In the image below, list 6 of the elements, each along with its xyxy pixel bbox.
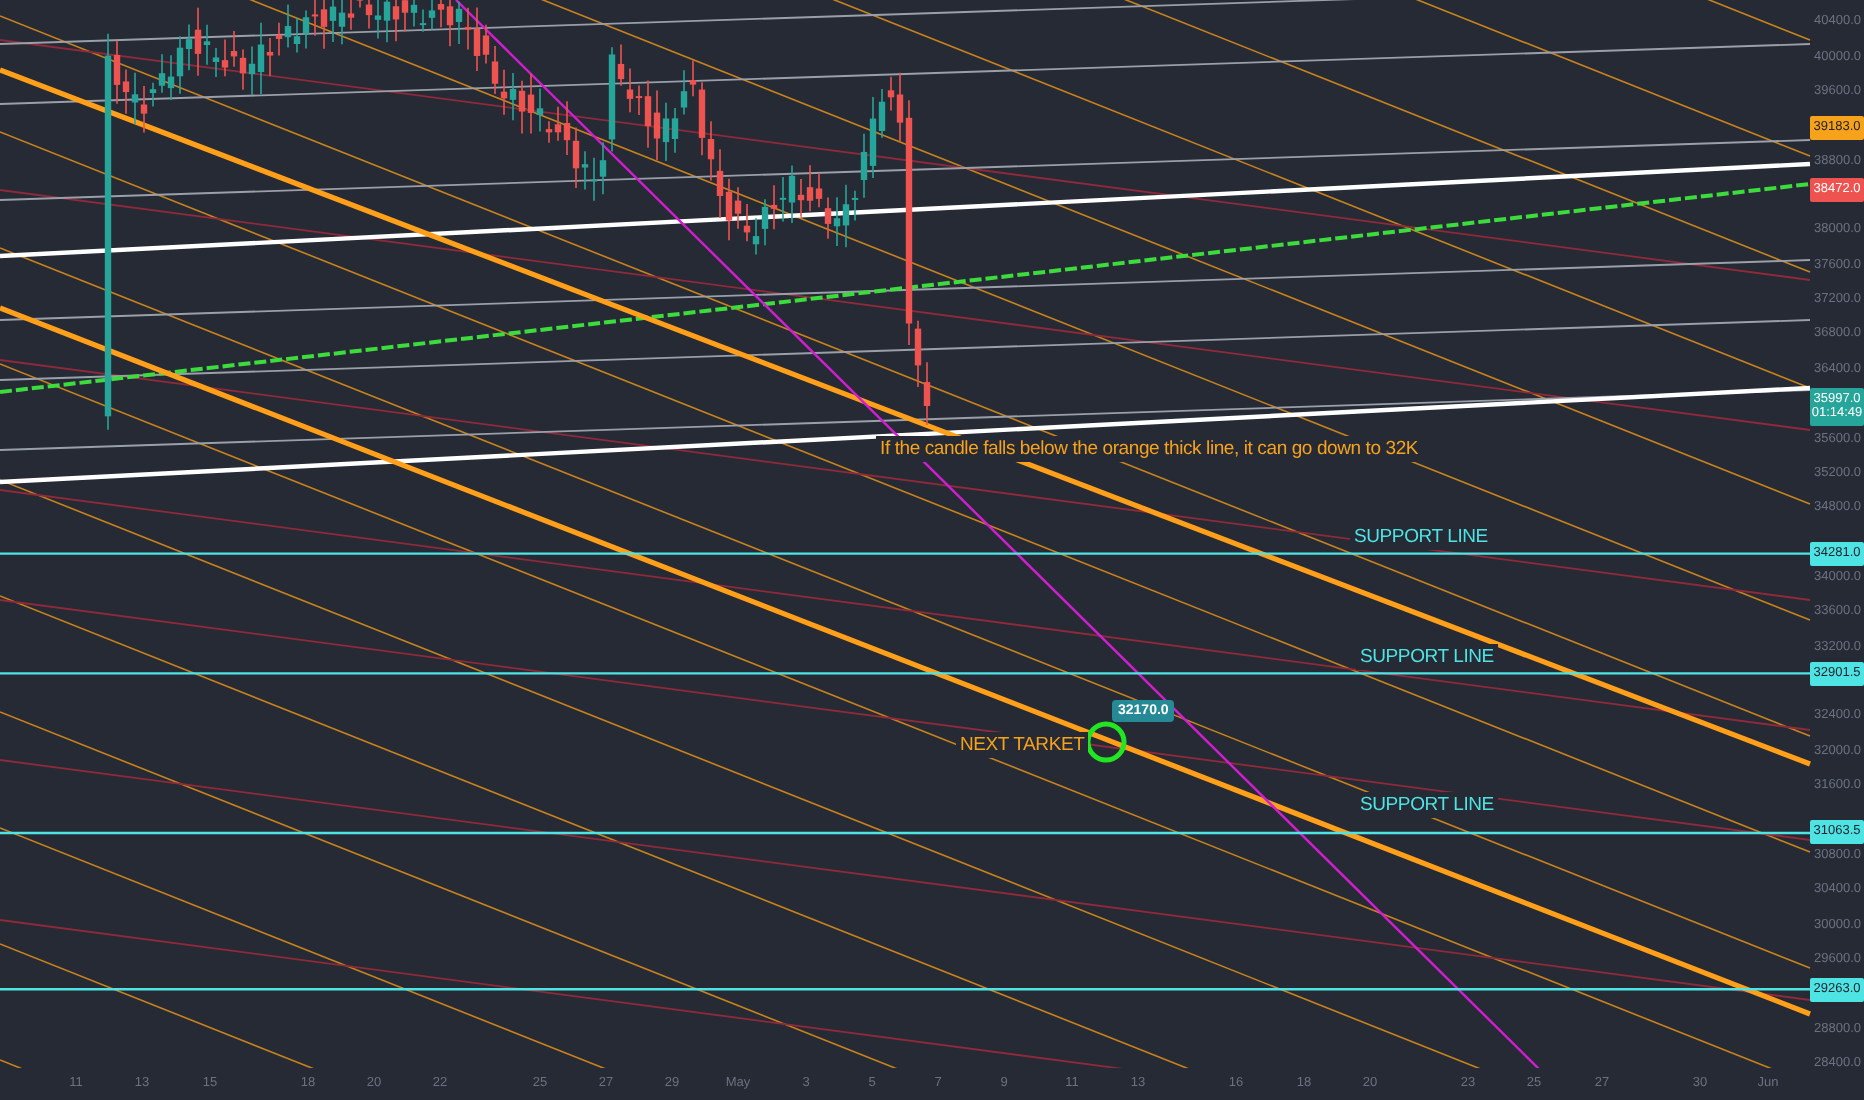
chart-annotation: SUPPORT LINE [1356,792,1498,818]
chart-annotation: SUPPORT LINE [1356,644,1498,670]
chart-annotation: NEXT TARKET [956,732,1089,758]
chart-annotation: SUPPORT LINE [1350,524,1492,550]
chart-annotation: If the candle falls below the orange thick line, it can go down to 32K [876,436,1423,462]
target-circle-icon [1085,721,1127,763]
